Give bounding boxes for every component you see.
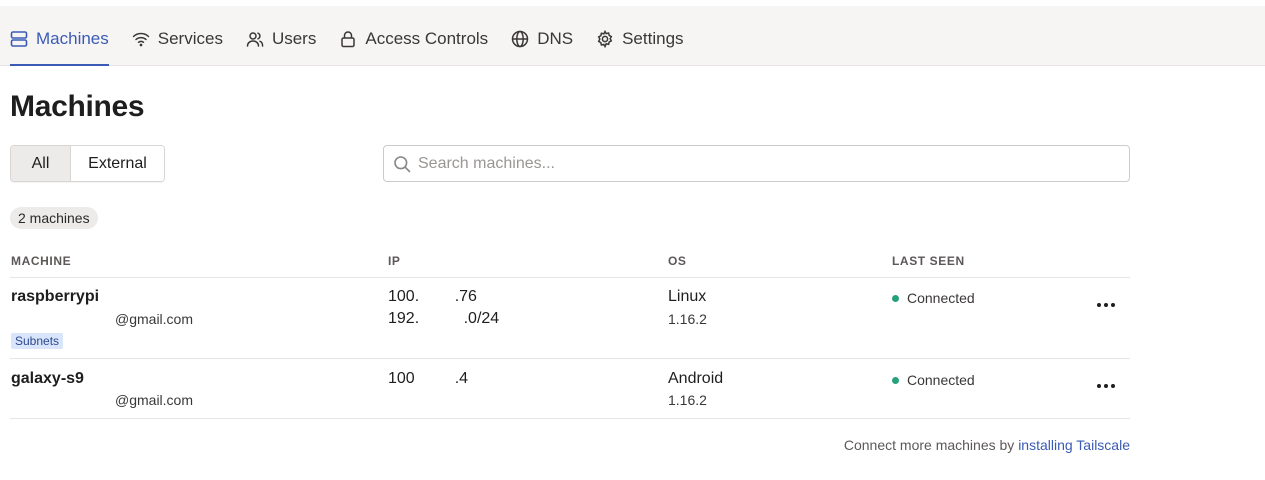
tab-machines[interactable]: Machines: [10, 12, 109, 66]
status-indicator: Connected: [892, 372, 975, 388]
connected-dot-icon: [892, 376, 899, 384]
tab-services[interactable]: Services: [132, 12, 223, 66]
subnets-tag: Subnets: [11, 333, 64, 349]
nav-tabs: Machines Services Users Access Controls …: [10, 12, 707, 66]
globe-icon: [511, 30, 529, 48]
footer-note: Connect more machines by installing Tail…: [844, 437, 1130, 453]
column-header-ip: IP: [388, 254, 401, 268]
status-text: Connected: [907, 372, 975, 388]
machine-count-badge: 2 machines: [10, 207, 98, 229]
os-name: Android: [668, 370, 724, 387]
os-version: 1.16.2: [668, 392, 707, 408]
tab-users[interactable]: Users: [246, 12, 316, 66]
tab-label: Services: [157, 29, 223, 48]
machine-filter-toggle: All External: [10, 145, 165, 182]
gear-icon: [596, 30, 614, 48]
tab-label: Settings: [622, 29, 684, 48]
machine-name[interactable]: galaxy-s9: [11, 370, 84, 388]
tab-label: DNS: [537, 29, 574, 48]
header-divider: [10, 277, 1130, 278]
row-actions-button[interactable]: [1093, 295, 1119, 315]
machine-name[interactable]: raspberrypi: [11, 288, 99, 306]
machine-owner: @gmail.com: [115, 311, 194, 327]
ip-address[interactable]: 100 .4: [388, 370, 468, 388]
os-version: 1.16.2: [668, 311, 707, 327]
row-divider: [10, 358, 1130, 359]
lock-icon: [339, 30, 357, 48]
column-header-os: OS: [668, 254, 687, 268]
search-icon: [393, 155, 411, 173]
page-title: Machines: [10, 90, 145, 123]
tab-dns[interactable]: DNS: [511, 12, 573, 66]
filter-all-button[interactable]: All: [11, 146, 71, 181]
tab-label: Machines: [36, 29, 109, 48]
tab-label: Users: [271, 29, 317, 48]
tab-label: Access Controls: [365, 29, 489, 48]
machine-owner: @gmail.com: [115, 392, 194, 408]
filter-external-button[interactable]: External: [71, 146, 164, 181]
os-name: Linux: [668, 288, 707, 305]
row-divider: [10, 418, 1130, 419]
footer-text: Connect more machines by: [843, 437, 1019, 453]
wifi-icon: [132, 30, 150, 48]
users-icon: [246, 30, 264, 48]
tab-settings[interactable]: Settings: [596, 12, 684, 66]
tab-access-controls[interactable]: Access Controls: [339, 12, 488, 66]
column-header-last-seen: LAST SEEN: [892, 254, 965, 268]
status-text: Connected: [907, 290, 975, 306]
status-indicator: Connected: [892, 290, 975, 306]
search-input[interactable]: [418, 154, 1098, 173]
ip-address[interactable]: 100. .76: [388, 288, 477, 306]
machines-icon: [10, 30, 28, 48]
install-tailscale-link[interactable]: installing Tailscale: [1018, 437, 1130, 453]
search-box: [383, 145, 1130, 182]
top-navigation-bar: Machines Services Users Access Controls …: [0, 0, 1265, 66]
ip-address[interactable]: 192. .0/24: [388, 310, 499, 328]
column-header-machine: MACHINE: [11, 254, 72, 268]
connected-dot-icon: [892, 294, 899, 302]
row-actions-button[interactable]: [1093, 376, 1119, 396]
